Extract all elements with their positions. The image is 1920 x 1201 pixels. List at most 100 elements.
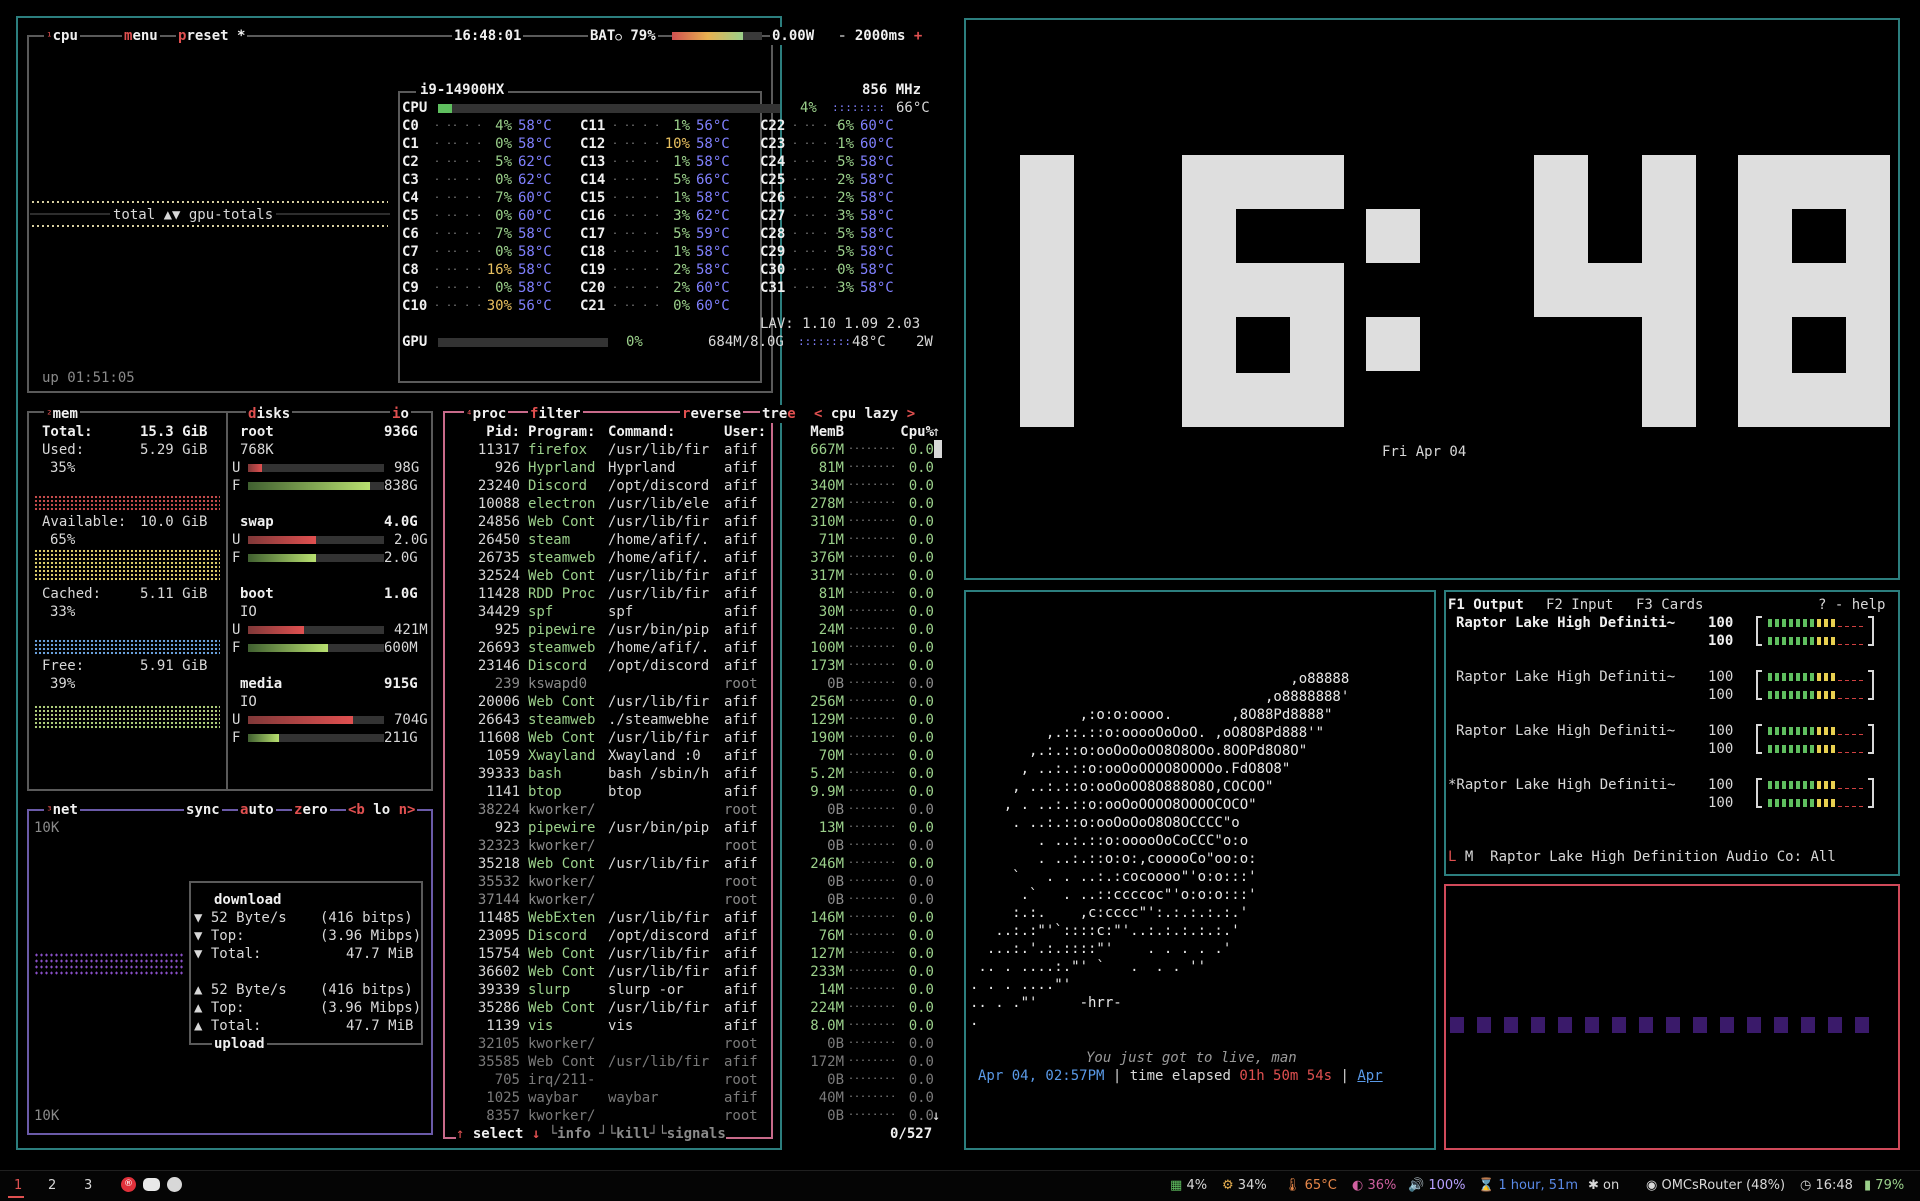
steam-icon[interactable]: [167, 1177, 182, 1192]
audio-meter[interactable]: [1762, 780, 1870, 790]
proc-scrollbar[interactable]: [934, 440, 942, 458]
audio-device-name[interactable]: Raptor Lake High Definiti~: [1456, 668, 1675, 686]
tray-cpu[interactable]: ▦ 4%: [1170, 1174, 1207, 1198]
audio-meter[interactable]: [1762, 798, 1870, 808]
proc-pid: 11608: [477, 730, 520, 746]
core-temp: 58°C: [860, 154, 894, 170]
disk-u-bar: [248, 626, 384, 634]
core-label: C7: [402, 244, 419, 260]
proc-user: afif: [724, 1000, 758, 1016]
audio-meter[interactable]: [1762, 618, 1870, 628]
core-temp: 58°C: [860, 244, 894, 260]
proc-program: electron: [528, 496, 596, 512]
workspace-2[interactable]: 2: [48, 1174, 56, 1198]
tray-disk[interactable]: ◐ 36%: [1352, 1174, 1396, 1198]
disk-name: media: [240, 676, 283, 692]
tray-bluetooth[interactable]: ✱ on: [1588, 1174, 1619, 1198]
core-label: C10: [402, 298, 428, 314]
workspace-3[interactable]: 3: [84, 1174, 92, 1198]
proc-select[interactable]: select: [473, 1126, 524, 1142]
core-graph: . .. . .: [434, 280, 483, 291]
proc-program: kworker/: [528, 802, 596, 818]
scroll-up-icon[interactable]: ↑: [932, 423, 940, 441]
audio-device-name[interactable]: Raptor Lake High Definiti~: [1456, 614, 1675, 632]
proc-user: root: [724, 1036, 758, 1052]
core-label: C0: [402, 118, 419, 134]
proc-user: afif: [724, 910, 758, 926]
proc-info[interactable]: info: [557, 1126, 591, 1142]
io-tab[interactable]: io: [390, 405, 411, 423]
proc-user: afif: [724, 604, 758, 620]
scroll-down-icon[interactable]: ↓: [932, 1107, 940, 1125]
workspace-1[interactable]: 1: [14, 1174, 22, 1198]
tray-battery[interactable]: ▮ 79%: [1864, 1174, 1904, 1198]
disks-tab[interactable]: disks: [246, 405, 293, 423]
link-apr[interactable]: Apr: [1357, 1068, 1382, 1084]
net-iface-switch[interactable]: <b lo n>: [346, 801, 418, 819]
proc-signals[interactable]: signals: [667, 1126, 726, 1142]
audio-meter[interactable]: [1762, 744, 1870, 754]
net-auto-toggle[interactable]: auto: [238, 801, 276, 819]
proc-pid: 38224: [477, 802, 520, 818]
mem-tab[interactable]: ²mem: [44, 405, 80, 424]
tab-output[interactable]: F1 Output: [1448, 596, 1524, 614]
tray-clock[interactable]: ◷ 16:48: [1800, 1174, 1853, 1198]
audio-device-name[interactable]: Raptor Lake High Definiti~: [1456, 722, 1675, 740]
discord-icon[interactable]: [143, 1178, 160, 1191]
tray-temp[interactable]: 🌡 65°C: [1284, 1174, 1337, 1198]
download-top: (3.96 Mibps): [320, 928, 422, 944]
help-hint[interactable]: ? - help: [1818, 596, 1885, 614]
menu-button[interactable]: menu: [122, 27, 160, 45]
proc-pid: 11428: [477, 586, 520, 602]
cpu-tab[interactable]: ¹cpu: [44, 27, 80, 46]
core-label: C14: [580, 172, 606, 188]
proc-program: slurp: [528, 982, 571, 998]
audio-meter[interactable]: [1762, 636, 1870, 646]
proc-program: WebExten: [528, 910, 596, 926]
net-tab[interactable]: ³net: [44, 801, 80, 820]
proc-command: /usr/lib/fir: [608, 910, 710, 926]
proc-command: waybar: [608, 1090, 659, 1106]
proc-mem: 24M: [818, 622, 844, 638]
proc-command: /usr/lib/fir: [608, 1054, 710, 1070]
audio-device-name[interactable]: *Raptor Lake High Definiti~: [1448, 776, 1676, 794]
disk-u-value: 98G: [394, 460, 420, 476]
proc-kill[interactable]: kill: [616, 1126, 650, 1142]
proc-reverse[interactable]: reverse: [680, 405, 744, 423]
core-temp: 66°C: [696, 172, 730, 188]
mem-cached-graph: [34, 639, 220, 655]
update-interval[interactable]: - 2000ms +: [836, 27, 925, 45]
table-row[interactable]: 8357 kworker/root 0B........ 0.0: [448, 1107, 938, 1125]
tray-wifi[interactable]: ◉ OMCsRouter (48%): [1646, 1174, 1785, 1198]
clock-block: [1020, 155, 1074, 427]
tab-input[interactable]: F2 Input: [1546, 596, 1613, 614]
audio-meter[interactable]: [1762, 672, 1870, 682]
proc-program: Web Cont: [528, 1000, 596, 1016]
disk-io: IO: [240, 604, 257, 620]
tray-volume[interactable]: 🔊 100%: [1408, 1174, 1466, 1198]
net-graph: [34, 952, 184, 976]
audio-meter[interactable]: [1762, 690, 1870, 700]
tray-mem[interactable]: ⚙ 34%: [1222, 1174, 1267, 1198]
proc-sort[interactable]: < cpu lazy >: [812, 405, 918, 423]
preset-button[interactable]: preset *: [176, 27, 248, 45]
proc-pid: 10088: [477, 496, 520, 512]
tab-cards[interactable]: F3 Cards: [1636, 596, 1703, 614]
audio-meter[interactable]: [1762, 726, 1870, 736]
battery-bar: [672, 32, 762, 40]
net-sync-toggle[interactable]: sync: [184, 801, 222, 819]
proc-user: root: [724, 838, 758, 854]
proc-tab[interactable]: ⁴proc: [464, 405, 509, 424]
core-graph: . .. . .: [612, 226, 661, 237]
proc-mem: 224M: [810, 1000, 844, 1016]
proc-filter[interactable]: filter: [528, 405, 583, 423]
proc-tree[interactable]: tree: [760, 405, 798, 423]
visualizer-bar: [1747, 1017, 1761, 1033]
net-zero-toggle[interactable]: zero: [292, 801, 330, 819]
battery-label: BAT○ 79%: [588, 27, 658, 46]
proc-mem: 14M: [818, 982, 844, 998]
tray-battery-time[interactable]: ⌛ 1 hour, 51m: [1478, 1174, 1578, 1198]
proc-header-cell: MemB: [810, 424, 844, 440]
core-graph: . .. . .: [434, 154, 483, 165]
app-record-icon[interactable]: ®: [121, 1177, 136, 1192]
